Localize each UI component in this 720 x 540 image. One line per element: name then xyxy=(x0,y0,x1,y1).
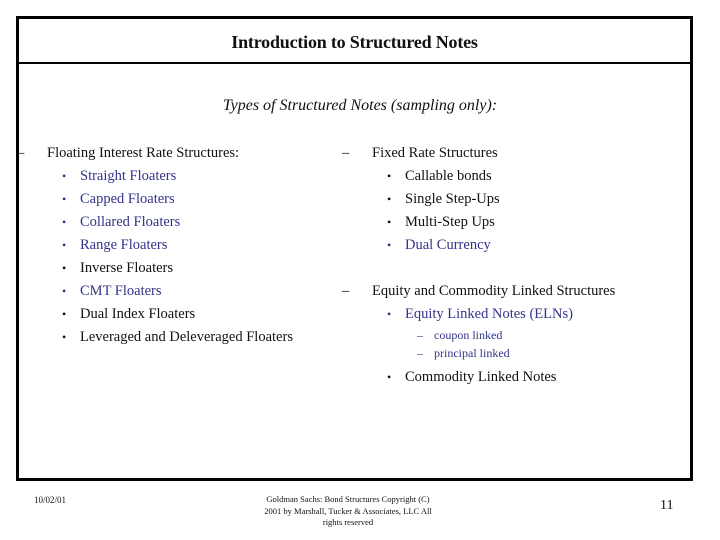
list-item: • Leveraged and Deleveraged Floaters xyxy=(17,326,293,349)
bullet-icon: • xyxy=(62,169,67,183)
section-heading-fixed-rate: – Fixed Rate Structures xyxy=(342,142,615,165)
sub-list-item-label: coupon linked xyxy=(434,328,503,342)
list-item: • Straight Floaters xyxy=(17,165,293,188)
list-item-label: CMT Floaters xyxy=(80,283,162,299)
dash-icon: – xyxy=(417,346,423,360)
copyright-line-2: 2001 by Marshall, Tucker & Associates, L… xyxy=(264,505,432,516)
sub-list-item: – coupon linked xyxy=(342,326,615,344)
right-column: – Fixed Rate Structures • Callable bonds… xyxy=(342,142,615,389)
heading-label: Fixed Rate Structures xyxy=(372,145,498,161)
list-item: • Single Step-Ups xyxy=(342,188,615,211)
bullet-icon: • xyxy=(62,215,67,229)
list-item: • CMT Floaters xyxy=(17,280,293,303)
copyright-line-1: Goldman Sachs: Bond Structures Copyright… xyxy=(266,494,430,504)
footer-date: 10/02/01 xyxy=(34,495,67,505)
list-item-label: Callable bonds xyxy=(405,168,492,184)
heading-label: Floating Interest Rate Structures: xyxy=(47,145,240,161)
bullet-icon: • xyxy=(387,370,392,384)
list-item: • Range Floaters xyxy=(17,234,293,257)
bullet-icon: • xyxy=(62,261,67,275)
list-item-label: Dual Currency xyxy=(405,237,491,253)
sub-list-item: – principal linked xyxy=(342,344,615,362)
list-item-label: Range Floaters xyxy=(80,237,168,253)
list-item: • Collared Floaters xyxy=(17,211,293,234)
dash-icon: – xyxy=(342,145,350,161)
bullet-icon: • xyxy=(387,192,392,206)
list-item: • Multi-Step Ups xyxy=(342,211,615,234)
bullet-icon: • xyxy=(387,307,392,321)
dash-icon: – xyxy=(342,283,350,299)
bullet-icon: • xyxy=(62,192,67,206)
list-item: • Capped Floaters xyxy=(17,188,293,211)
list-item: • Equity Linked Notes (ELNs) xyxy=(342,303,615,326)
bullet-icon: • xyxy=(62,330,67,344)
list-item: • Commodity Linked Notes xyxy=(342,366,615,389)
list-item-label: Collared Floaters xyxy=(80,214,181,230)
list-item-label: Multi-Step Ups xyxy=(405,214,495,230)
list-item-label: Capped Floaters xyxy=(80,191,175,207)
list-item-label: Single Step-Ups xyxy=(405,191,500,207)
bullet-icon: • xyxy=(62,284,67,298)
copyright-line-3: rights reserved xyxy=(322,517,374,527)
left-column: – Floating Interest Rate Structures: • S… xyxy=(17,142,293,349)
list-item-label: Straight Floaters xyxy=(80,168,177,184)
page-number: 11 xyxy=(660,498,674,513)
slide-title: Introduction to Structured Notes xyxy=(231,32,478,52)
list-item-label: Dual Index Floaters xyxy=(80,306,196,322)
bullet-icon: • xyxy=(387,215,392,229)
bullet-icon: • xyxy=(387,169,392,183)
list-item: • Dual Currency xyxy=(342,234,615,257)
list-item: • Inverse Floaters xyxy=(17,257,293,280)
sub-list-item-label: principal linked xyxy=(434,346,510,360)
list-item-label: Equity Linked Notes (ELNs) xyxy=(405,306,573,322)
dash-icon: – xyxy=(417,328,423,342)
title-bar: Introduction to Structured Notes xyxy=(19,19,690,64)
list-item: • Dual Index Floaters xyxy=(17,303,293,326)
bullet-icon: • xyxy=(62,238,67,252)
bullet-icon: • xyxy=(387,238,392,252)
footer-copyright: Goldman Sachs: Bond Structures Copyright… xyxy=(238,494,458,529)
heading-label: Equity and Commodity Linked Structures xyxy=(372,283,616,299)
list-item: • Callable bonds xyxy=(342,165,615,188)
slide-subtitle: Types of Structured Notes (sampling only… xyxy=(222,97,498,114)
section-heading-floating: – Floating Interest Rate Structures: xyxy=(17,142,293,165)
list-item-label: Leveraged and Deleveraged Floaters xyxy=(80,329,293,345)
bullet-icon: • xyxy=(62,307,67,321)
list-item-label: Commodity Linked Notes xyxy=(405,369,557,385)
section-heading-equity-commodity: – Equity and Commodity Linked Structures xyxy=(342,280,615,303)
dash-icon: – xyxy=(17,145,25,161)
list-item-label: Inverse Floaters xyxy=(80,260,174,276)
